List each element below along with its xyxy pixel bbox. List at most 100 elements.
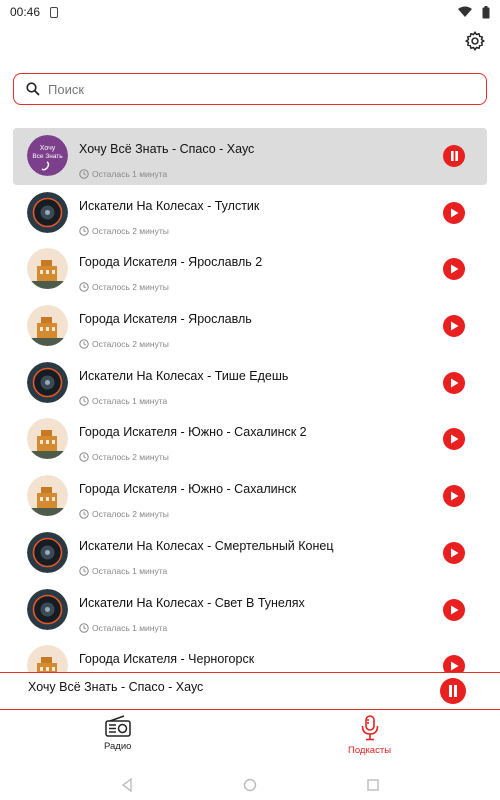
podcast-list-item[interactable]: Искатели На Колесах - Смертельный Конец О…	[13, 525, 487, 582]
podcast-cover-vse-znat: ХочуВсе Знать	[27, 135, 68, 176]
podcast-remaining: Осталось 2 минуты	[79, 339, 169, 349]
podcast-avatar	[27, 248, 68, 290]
microphone-icon	[361, 715, 378, 741]
nav-podcasts-tab[interactable]: Подкасты	[348, 715, 391, 756]
clock-icon	[79, 396, 89, 406]
podcast-list-item[interactable]: Города Искателя - Южно - Сахалинск Остало…	[13, 468, 487, 525]
play-icon	[451, 661, 459, 671]
play-icon	[451, 208, 459, 218]
podcast-list-item[interactable]: Искатели На Колесах - Тише Едешь Осталась…	[13, 355, 487, 412]
podcast-title: Искатели На Колесах - Смертельный Конец	[79, 538, 334, 553]
now-playing-title: Хочу Всё Знать - Спасо - Хаус	[28, 680, 204, 694]
remaining-text: Осталась 1 минута	[92, 169, 168, 179]
battery-icon	[482, 5, 490, 18]
podcast-list-item[interactable]: Искатели На Колесах - Тулстик Осталось 2 …	[13, 185, 487, 242]
play-button[interactable]	[443, 541, 465, 564]
podcast-remaining: Осталась 1 минута	[79, 566, 167, 576]
podcast-cover-wheels	[27, 588, 68, 630]
podcast-avatar	[27, 191, 68, 233]
podcast-list-item[interactable]: Города Искателя - Черногорск	[13, 638, 487, 672]
clock-icon	[79, 452, 89, 463]
podcast-title: Города Искателя - Черногорск	[79, 652, 255, 667]
podcast-title: Искатели На Колесах - Тулстик	[79, 198, 260, 213]
podcast-list-item[interactable]: Города Искателя - Ярославль Осталось 2 ми…	[13, 298, 487, 355]
play-icon	[451, 434, 459, 444]
clock-icon	[79, 622, 89, 633]
podcast-cover-wheels	[27, 191, 68, 233]
sim-icon	[50, 6, 59, 18]
clock-icon	[79, 282, 89, 293]
podcast-remaining: Осталась 1 минута	[79, 396, 167, 406]
play-button[interactable]	[443, 598, 465, 621]
play-icon	[451, 321, 459, 331]
podcast-cover-wheels	[27, 361, 68, 403]
pause-button[interactable]	[443, 145, 465, 167]
clock-icon	[79, 169, 89, 179]
podcast-cover-cities	[27, 418, 68, 460]
podcast-avatar	[27, 475, 68, 517]
remaining-text: Осталась 1 минута	[92, 395, 168, 406]
play-icon	[451, 605, 459, 614]
bottom-nav: Радио Подкасты	[0, 711, 500, 766]
radio-icon	[104, 715, 131, 737]
podcast-title: Искатели На Колесах - Свет В Тунелях	[79, 595, 305, 610]
podcast-avatar	[27, 361, 68, 403]
podcast-remaining: Осталось 2 минуты	[79, 452, 169, 462]
play-icon	[451, 491, 459, 501]
remaining-text: Осталась 1 минута	[92, 565, 168, 576]
nav-podcasts-label: Подкасты	[348, 745, 392, 756]
remaining-text: Осталось 2 минуты	[92, 509, 169, 520]
podcast-title: Города Искателя - Южно - Сахалинск 2	[79, 425, 307, 440]
search-input[interactable]: Поиск	[13, 73, 487, 105]
play-button[interactable]	[443, 201, 465, 224]
play-icon	[451, 548, 459, 558]
podcast-cover-wheels	[27, 531, 68, 573]
podcast-avatar	[27, 418, 68, 460]
play-button[interactable]	[443, 315, 465, 338]
remaining-text: Осталась 1 минута	[92, 622, 168, 633]
podcast-avatar	[27, 531, 68, 573]
podcast-list-item[interactable]: Искатели На Колесах - Свет В Тунелях Оста…	[13, 582, 487, 639]
play-button[interactable]	[443, 371, 465, 394]
podcast-remaining: Осталось 2 минуты	[79, 509, 169, 519]
podcast-cover-cities	[27, 475, 68, 517]
podcast-title: Искатели На Колесах - Тише Едешь	[79, 368, 289, 383]
cover-text-line2: Все Знать	[32, 153, 63, 160]
podcast-title: Города Искателя - Ярославль	[79, 312, 252, 327]
play-button[interactable]	[443, 258, 465, 281]
recents-icon[interactable]	[367, 779, 379, 791]
back-icon[interactable]	[121, 778, 133, 792]
search-icon	[26, 82, 40, 96]
podcast-list-item[interactable]: Города Искателя - Южно - Сахалинск 2 Оста…	[13, 411, 487, 468]
search-placeholder: Поиск	[48, 81, 85, 97]
pause-icon	[449, 685, 457, 697]
podcast-avatar	[27, 305, 68, 347]
podcast-remaining: Осталось 2 минуты	[79, 226, 169, 236]
play-button[interactable]	[443, 655, 465, 672]
pause-icon	[450, 151, 458, 161]
nav-radio-label: Радио	[104, 741, 132, 752]
podcast-list-item[interactable]: Города Искателя - Ярославль 2 Осталось 2 …	[13, 241, 487, 298]
settings-button[interactable]	[464, 30, 486, 52]
cover-text-line1: Хочу	[40, 145, 56, 152]
home-icon[interactable]	[243, 778, 257, 792]
play-button[interactable]	[443, 428, 465, 451]
podcast-title: Города Искателя - Южно - Сахалинск	[79, 482, 297, 497]
podcast-avatar	[27, 588, 68, 630]
now-playing-bar[interactable]: Хочу Всё Знать - Спасо - Хаус	[0, 672, 500, 710]
podcast-remaining: Осталась 1 минута	[79, 623, 167, 633]
podcast-avatar	[27, 645, 68, 672]
podcast-remaining: Осталось 2 минуты	[79, 282, 169, 292]
podcast-list[interactable]: Хочу Все Знать Хочу Всё Знать - Спасо - Ха…	[13, 128, 487, 672]
podcast-cover-cities	[27, 305, 68, 347]
status-bar: 00:46	[0, 0, 500, 24]
remaining-text: Осталось 2 минуты	[92, 282, 169, 293]
podcast-remaining: Осталась 1 минута	[79, 169, 167, 179]
podcast-list-item[interactable]: Хочу Все Знать Хочу Всё Знать - Спасо - Ха…	[13, 128, 487, 185]
now-playing-pause-button[interactable]	[440, 678, 466, 704]
remaining-text: Осталось 2 минуты	[92, 339, 169, 350]
play-button[interactable]	[443, 485, 465, 508]
status-icons	[458, 5, 490, 19]
nav-radio-tab[interactable]: Радио	[104, 715, 131, 752]
play-icon	[451, 264, 459, 274]
